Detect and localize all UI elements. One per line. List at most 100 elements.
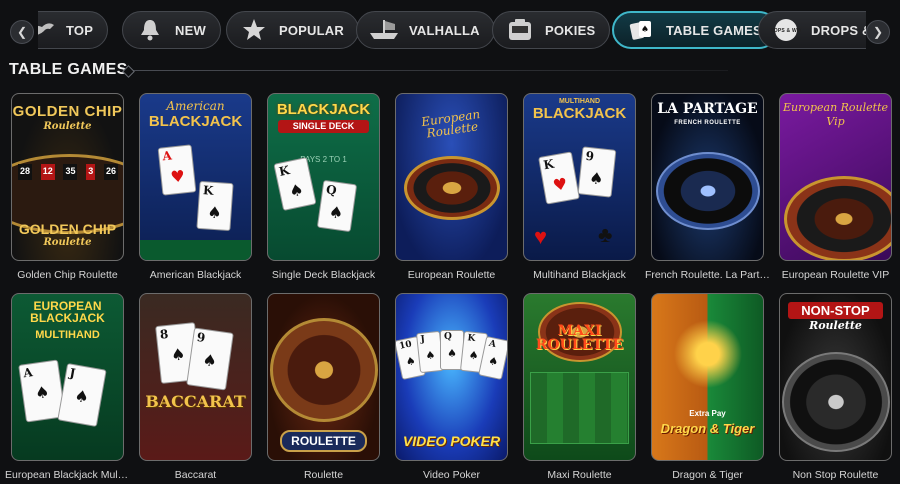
dragon-icon bbox=[38, 17, 58, 43]
art-title: NON-STOP bbox=[788, 302, 883, 319]
art-title: GOLDEN CHIP bbox=[12, 103, 123, 120]
betting-table-image bbox=[530, 372, 629, 444]
art-subtitle: MULTIHAND bbox=[558, 98, 601, 105]
chevron-left-icon: ❮ bbox=[16, 25, 28, 39]
card-king-spades-image: K ♠ bbox=[273, 156, 317, 212]
game-card-maxi-roulette[interactable]: MAXI ROULETTE Maxi Roulette bbox=[523, 293, 636, 481]
card-rank: Q bbox=[444, 332, 452, 342]
game-thumbnail[interactable]: Extra Pay Dragon & Tiger bbox=[651, 293, 764, 461]
game-thumbnail[interactable]: MAXI ROULETTE bbox=[523, 293, 636, 461]
game-title[interactable]: Dragon & Tiger bbox=[645, 469, 770, 481]
card-queen-spades-image: Q ♠ bbox=[316, 179, 358, 233]
game-card-multihand-blackjack[interactable]: MULTIHAND BLACKJACK K ♥ 9 ♠ ♥ ♣ Multihand … bbox=[523, 93, 636, 281]
table-felt bbox=[140, 240, 251, 260]
game-thumbnail[interactable]: American BLACKJACK A ♥ K ♠ bbox=[139, 93, 252, 261]
game-card-video-poker[interactable]: 10 ♠ J ♠ Q ♠ K ♠ A ♠ VIDEO POKER Video Poker bbox=[395, 293, 508, 481]
game-card-european-roulette-vip[interactable]: European Roulette Vip European Roulette … bbox=[779, 93, 892, 281]
tab-label: TABLE GAMES bbox=[666, 22, 762, 38]
tab-label: NEW bbox=[175, 22, 206, 38]
game-title[interactable]: Baccarat bbox=[133, 469, 258, 481]
tab-drops-wins[interactable]: DROPS & WINS DROPS & WINS bbox=[758, 11, 866, 49]
roulette-wheel-image bbox=[782, 352, 890, 452]
game-title[interactable]: European Roulette bbox=[389, 269, 514, 281]
tab-pokies[interactable]: POKIES bbox=[492, 11, 611, 49]
wheel-number: 3 bbox=[86, 164, 96, 180]
game-card-european-blackjack-multihand[interactable]: EUROPEAN BLACKJACK MULTIHAND A ♠ J ♠ Europ… bbox=[5, 293, 130, 481]
game-thumbnail[interactable]: European Roulette bbox=[395, 93, 508, 261]
card-rank: J bbox=[420, 334, 426, 345]
card-jack-spades-image: J ♠ bbox=[57, 362, 107, 428]
game-title[interactable]: Golden Chip Roulette bbox=[5, 269, 130, 281]
drops-wins-icon-text: DROPS & WINS bbox=[771, 28, 801, 34]
card-king-spades-image: K ♠ bbox=[196, 180, 234, 232]
chevron-right-icon: ❯ bbox=[872, 25, 884, 39]
heart-chip-icon: ♥ bbox=[534, 224, 548, 249]
game-card-la-partage[interactable]: LA PARTAGE FRENCH ROULETTE French Roulet… bbox=[645, 93, 770, 281]
game-thumbnail[interactable]: ROULETTE bbox=[267, 293, 380, 461]
art-subtitle: American bbox=[166, 99, 225, 113]
game-card-single-deck-blackjack[interactable]: BLACKJACK SINGLE DECK PAYS 2 TO 1 K ♠ Q ♠ … bbox=[267, 93, 380, 281]
game-card-dragon-tiger[interactable]: Extra Pay Dragon & Tiger Dragon & Tiger bbox=[651, 293, 764, 481]
game-thumbnail[interactable]: EUROPEAN BLACKJACK MULTIHAND A ♠ J ♠ bbox=[11, 293, 124, 461]
cards-icon: ♠ bbox=[624, 17, 658, 43]
tab-label: POKIES bbox=[545, 22, 596, 38]
game-title[interactable]: Single Deck Blackjack bbox=[261, 269, 386, 281]
game-card-non-stop-roulette[interactable]: NON-STOP Roulette Non Stop Roulette bbox=[779, 293, 892, 481]
game-title[interactable]: Non Stop Roulette bbox=[773, 469, 898, 481]
art-title: EUROPEAN BLACKJACK bbox=[30, 299, 105, 325]
card-ace-hearts-image: A ♥ bbox=[157, 144, 197, 196]
tab-popular[interactable]: POPULAR bbox=[226, 11, 359, 49]
game-thumbnail[interactable]: BLACKJACK SINGLE DECK PAYS 2 TO 1 K ♠ Q ♠ bbox=[267, 93, 380, 261]
art-subtitle: Vip bbox=[826, 115, 845, 128]
tab-new[interactable]: NEW bbox=[122, 11, 221, 49]
roulette-wheel-image bbox=[784, 176, 891, 260]
tab-label: VALHALLA bbox=[409, 22, 480, 38]
art-title: European Roulette bbox=[782, 101, 889, 114]
art-title: BLACKJACK bbox=[148, 113, 243, 130]
club-chip-icon: ♣ bbox=[598, 222, 613, 247]
tab-label: POPULAR bbox=[279, 22, 344, 38]
art-subtitle-bottom: Roulette bbox=[43, 237, 92, 248]
game-card-golden-chip-roulette[interactable]: GOLDEN CHIP Roulette 28 12 35 3 26 GOLDE… bbox=[11, 93, 124, 281]
tab-top[interactable]: TOP bbox=[38, 11, 109, 49]
game-title[interactable]: Multihand Blackjack bbox=[517, 269, 642, 281]
game-thumbnail[interactable]: GOLDEN CHIP Roulette 28 12 35 3 26 GOLDE… bbox=[11, 93, 124, 261]
tab-label: TOP bbox=[66, 22, 94, 38]
game-title[interactable]: American Blackjack bbox=[133, 269, 258, 281]
card-king-hearts-image: K ♥ bbox=[538, 151, 580, 205]
card-rank: A bbox=[487, 338, 497, 350]
game-title[interactable]: European Roulette VIP bbox=[773, 269, 898, 281]
game-title[interactable]: Video Poker bbox=[389, 469, 514, 481]
tab-valhalla[interactable]: VALHALLA bbox=[356, 11, 495, 49]
roulette-wheel-image bbox=[404, 156, 500, 220]
art-title: Dragon & Tiger bbox=[660, 421, 755, 436]
game-thumbnail[interactable]: 10 ♠ J ♠ Q ♠ K ♠ A ♠ VIDEO POKER bbox=[395, 293, 508, 461]
game-title[interactable]: French Roulette. La Partage bbox=[645, 269, 770, 281]
game-card-european-roulette[interactable]: European Roulette European Roulette bbox=[395, 93, 508, 281]
card-nine-spades-image: 9 ♠ bbox=[577, 146, 617, 198]
wheel-number: 35 bbox=[63, 164, 78, 180]
art-subtitle: SINGLE DECK bbox=[278, 120, 369, 133]
drops-wins-icon: DROPS & WINS bbox=[769, 17, 803, 43]
scroll-right-button[interactable]: ❯ bbox=[866, 20, 890, 44]
scroll-left-button[interactable]: ❮ bbox=[10, 20, 34, 44]
game-thumbnail[interactable]: MULTIHAND BLACKJACK K ♥ 9 ♠ ♥ ♣ bbox=[523, 93, 636, 261]
tab-table-games[interactable]: ♠ TABLE GAMES bbox=[612, 11, 778, 49]
category-tabs: TOP NEW POPULAR VALHALLA POKIES ♠ TABLE … bbox=[38, 11, 866, 51]
art-title: BACCARAT bbox=[145, 392, 246, 411]
tiger-dragon-face-image bbox=[668, 314, 748, 394]
game-thumbnail[interactable]: NON-STOP Roulette bbox=[779, 293, 892, 461]
game-title[interactable]: Roulette bbox=[261, 469, 386, 481]
card-spades-image: 9 ♠ bbox=[186, 327, 234, 391]
game-thumbnail[interactable]: 8 ♠ 9 ♠ BACCARAT bbox=[139, 293, 252, 461]
game-title[interactable]: Maxi Roulette bbox=[517, 469, 642, 481]
game-thumbnail[interactable]: LA PARTAGE FRENCH ROULETTE bbox=[651, 93, 764, 261]
game-card-roulette[interactable]: ROULETTE Roulette bbox=[267, 293, 380, 481]
game-thumbnail[interactable]: European Roulette Vip bbox=[779, 93, 892, 261]
game-card-baccarat[interactable]: 8 ♠ 9 ♠ BACCARAT Baccarat bbox=[139, 293, 252, 481]
card-rank: K bbox=[466, 333, 476, 345]
bell-icon bbox=[133, 17, 167, 43]
roulette-wheel-image bbox=[656, 152, 760, 230]
game-title[interactable]: European Blackjack Multiha... bbox=[5, 469, 130, 481]
game-card-american-blackjack[interactable]: American BLACKJACK A ♥ K ♠ American Blackj… bbox=[139, 93, 252, 281]
